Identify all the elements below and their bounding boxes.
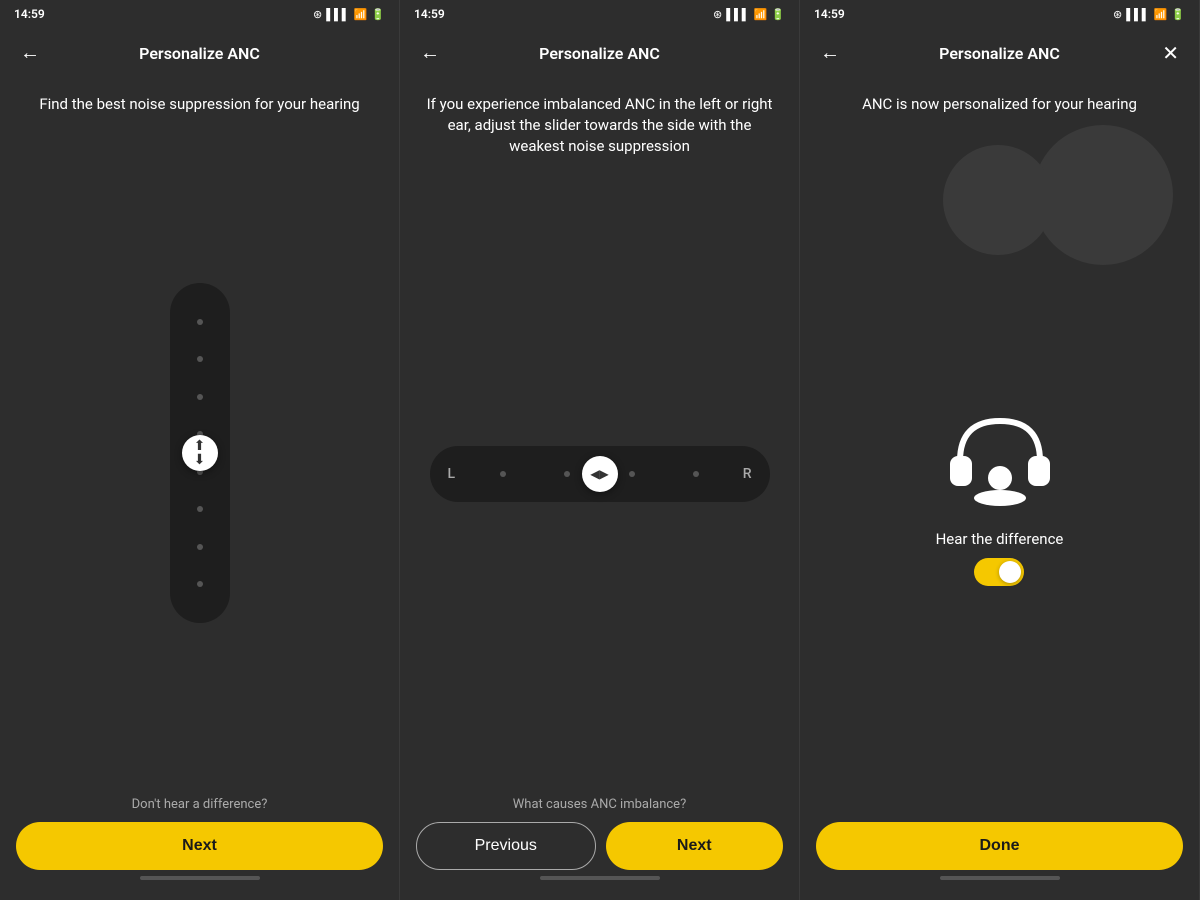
v-dot-2 — [197, 356, 203, 362]
footer-link-2[interactable]: What causes ANC imbalance? — [416, 797, 783, 812]
v-dot-1 — [197, 319, 203, 325]
header-3: ← Personalize ANC ✕ — [800, 28, 1199, 78]
headphone-svg — [940, 406, 1060, 506]
status-icons-1: ⊛ ▌▌▌ 📶 🔋 — [313, 8, 385, 21]
status-icons-2: ⊛ ▌▌▌ 📶 🔋 — [713, 8, 785, 21]
v-dot-6 — [197, 506, 203, 512]
horizontal-slider-track[interactable]: L ◀▶ R — [430, 446, 770, 502]
description-2: If you experience imbalanced ANC in the … — [416, 94, 783, 157]
home-indicator-1 — [140, 876, 260, 880]
footer-buttons-1: Next — [16, 822, 383, 870]
page-title-2: Personalize ANC — [539, 44, 660, 63]
wifi-icon-2: 📶 — [754, 8, 768, 21]
v-dot-8 — [197, 581, 203, 587]
footer-link-1[interactable]: Don't hear a difference? — [16, 797, 383, 812]
hear-diff-toggle[interactable] — [974, 558, 1024, 586]
h-dot-4 — [693, 471, 699, 477]
content-3: ANC is now personalized for your hearing — [800, 78, 1199, 812]
next-button-2[interactable]: Next — [606, 822, 784, 870]
status-bar-1: 14:59 ⊛ ▌▌▌ 📶 🔋 — [0, 0, 399, 28]
h-dot-3 — [629, 471, 635, 477]
panel-2: 14:59 ⊛ ▌▌▌ 📶 🔋 ← Personalize ANC If you… — [400, 0, 800, 900]
back-button-2[interactable]: ← — [416, 38, 444, 69]
signal-icon-3: ▌▌▌ — [1126, 8, 1149, 21]
time-2: 14:59 — [414, 7, 445, 21]
home-indicator-3 — [940, 876, 1060, 880]
back-button-1[interactable]: ← — [16, 38, 44, 69]
headphone-icon — [940, 406, 1060, 510]
panel-1: 14:59 ⊛ ▌▌▌ 📶 🔋 ← Personalize ANC Find t… — [0, 0, 400, 900]
hear-diff-section: Hear the difference — [936, 530, 1064, 586]
time-3: 14:59 — [814, 7, 845, 21]
panel-3: 14:59 ⊛ ▌▌▌ 📶 🔋 ← Personalize ANC ✕ ANC … — [800, 0, 1200, 900]
bluetooth-icon: ⊛ — [313, 8, 322, 21]
h-dot-2 — [564, 471, 570, 477]
vertical-slider-container: ⬆︎⬇︎ — [170, 135, 230, 771]
thumb-arrows-icon: ⬆︎⬇︎ — [194, 439, 206, 467]
bluetooth-icon-2: ⊛ — [713, 8, 722, 21]
status-bar-2: 14:59 ⊛ ▌▌▌ 📶 🔋 — [400, 0, 799, 28]
headphones-illustration: Hear the difference — [816, 135, 1183, 796]
vertical-slider-track[interactable]: ⬆︎⬇︎ — [170, 283, 230, 623]
status-bar-3: 14:59 ⊛ ▌▌▌ 📶 🔋 — [800, 0, 1199, 28]
signal-icon-2: ▌▌▌ — [726, 8, 749, 21]
previous-button-2[interactable]: Previous — [416, 822, 596, 870]
h-dot-1 — [500, 471, 506, 477]
home-indicator-2 — [540, 876, 660, 880]
footer-2: What causes ANC imbalance? Previous Next — [400, 787, 799, 900]
done-button-3[interactable]: Done — [816, 822, 1183, 870]
left-label: L — [448, 466, 456, 482]
content-1: Find the best noise suppression for your… — [0, 78, 399, 787]
header-2: ← Personalize ANC — [400, 28, 799, 78]
description-1: Find the best noise suppression for your… — [31, 94, 367, 115]
bubbles-bg — [943, 125, 1200, 345]
content-2: If you experience imbalanced ANC in the … — [400, 78, 799, 787]
description-3: ANC is now personalized for your hearing — [854, 94, 1145, 115]
right-label: R — [743, 466, 752, 482]
bubble-2 — [943, 145, 1053, 255]
wifi-icon-3: 📶 — [1154, 8, 1168, 21]
footer-buttons-3: Done — [816, 822, 1183, 870]
toggle-knob — [999, 561, 1021, 583]
thumb-lr-icon: ◀▶ — [590, 467, 608, 481]
status-icons-3: ⊛ ▌▌▌ 📶 🔋 — [1113, 8, 1185, 21]
page-title-3: Personalize ANC — [939, 44, 1060, 63]
v-dot-3 — [197, 394, 203, 400]
bubble-1 — [1033, 125, 1173, 265]
footer-1: Don't hear a difference? Next — [0, 787, 399, 900]
battery-icon-3: 🔋 — [1171, 8, 1185, 21]
battery-icon-2: 🔋 — [771, 8, 785, 21]
hear-diff-label: Hear the difference — [936, 530, 1064, 548]
wifi-icon: 📶 — [354, 8, 368, 21]
horizontal-slider-thumb[interactable]: ◀▶ — [582, 456, 618, 492]
close-button-3[interactable]: ✕ — [1158, 37, 1183, 70]
page-title-1: Personalize ANC — [139, 44, 260, 63]
battery-icon: 🔋 — [371, 8, 385, 21]
horizontal-slider-container: L ◀▶ R — [430, 177, 770, 771]
vertical-slider-thumb[interactable]: ⬆︎⬇︎ — [182, 435, 218, 471]
next-button-1[interactable]: Next — [16, 822, 383, 870]
bluetooth-icon-3: ⊛ — [1113, 8, 1122, 21]
footer-buttons-2: Previous Next — [416, 822, 783, 870]
footer-3: Done — [800, 812, 1199, 900]
back-button-3[interactable]: ← — [816, 38, 844, 69]
time-1: 14:59 — [14, 7, 45, 21]
header-1: ← Personalize ANC — [0, 28, 399, 78]
v-dot-7 — [197, 544, 203, 550]
signal-icon: ▌▌▌ — [326, 8, 349, 21]
